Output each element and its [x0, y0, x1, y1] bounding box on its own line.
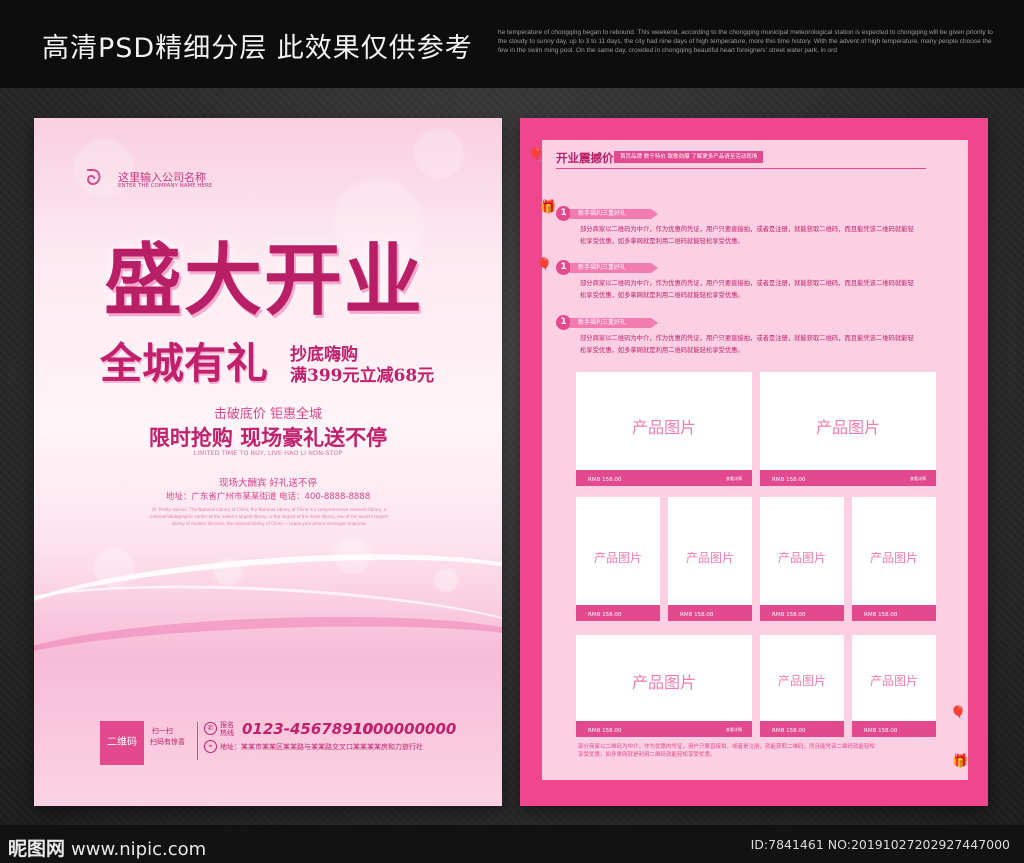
product-more: 查看详情	[910, 476, 926, 481]
product-price: RMB 158.00	[680, 612, 714, 618]
section-divider	[556, 168, 926, 169]
product-card[interactable]: 产品图片 RMB 158.00 查看详情	[576, 635, 752, 737]
site-name: 昵图网	[8, 838, 66, 860]
logo-wave-icon: ᘐ	[86, 166, 102, 191]
item-text: 部分商家以二维码为中介，作为优惠的凭证，用户只要直接拍，或者是注册，就能获取二维…	[580, 226, 914, 245]
product-price: RMB 158.00	[772, 728, 806, 734]
product-card[interactable]: 产品图片 RMB 158.00	[760, 635, 844, 737]
mobile-number: 1000000000	[352, 720, 457, 738]
footnote: 部分商家以二维码为中介，作为优惠的凭证，用户只要直接拍，或者是注册，就能获取二维…	[578, 744, 876, 758]
product-card[interactable]: 产品图片 RMB 158.00	[576, 497, 660, 621]
flyer-back: 开业震撼价 首页品牌 数千特价 致歌劲爆 了解更多产品请至活动现场 1 新手福利…	[520, 118, 988, 806]
item-label: 新手福利三重好礼	[570, 209, 658, 219]
section-title: 开业震撼价	[556, 151, 614, 165]
headline: 盛大开业	[104, 235, 425, 326]
address-detail: 地址：某某市某某区某某路与某某路交叉口某某某某房和力旅行社	[220, 743, 423, 751]
product-card[interactable]: 产品图片 RMB 158.00 查看详情	[760, 372, 936, 486]
item-label: 新手福利三重好礼	[570, 318, 658, 328]
item-text: 部分商家以二维码为中介，作为优惠的凭证，用户只要直接拍，或者是注册，就能获取二维…	[580, 280, 914, 299]
product-price: RMB 158.00	[588, 612, 622, 618]
section-tags: 首页品牌 数千特价 致歌劲爆 了解更多产品请至活动现场	[614, 151, 764, 163]
watermark-bar: 昵图网 www.nipic.com ID:7841461 NO:201910272…	[0, 825, 1024, 863]
event-line: 现场大酬宾 好礼送不停	[218, 478, 318, 489]
hotline-label: 报名热线	[220, 721, 234, 737]
product-card[interactable]: 产品图片 RMB 158.00	[852, 497, 936, 621]
product-image-placeholder: 产品图片	[631, 673, 696, 692]
qr-code[interactable]: 二维码	[100, 721, 144, 765]
company-name-en: ENTER THE COMPANY NAME HERE	[118, 183, 213, 189]
subheadline: 全城有礼	[100, 339, 269, 388]
product-price: RMB 158.00	[588, 477, 622, 483]
top-banner: 高清PSD精细分层 此效果仅供参考 he temperature of chon…	[0, 0, 1024, 88]
gift-balloon-icon: 🎈	[528, 148, 545, 163]
divider	[197, 722, 198, 760]
promo-line-2: 满399元立减68元	[290, 366, 435, 386]
product-card[interactable]: 产品图片 RMB 158.00 查看详情	[576, 372, 752, 486]
item-label: 新手福利三重好礼	[570, 263, 658, 273]
item-number: 1	[556, 260, 571, 275]
item-number: 1	[556, 315, 571, 330]
site-watermark: 昵图网 www.nipic.com	[8, 834, 206, 861]
location-icon: ⌖	[204, 740, 217, 753]
scan-surprise-label: 扫码有惊喜	[150, 738, 185, 746]
phone-icon: ✆	[204, 722, 217, 735]
image-id: ID:7841461 NO:20191027202927447000	[750, 837, 1010, 852]
product-price: RMB 158.00	[864, 728, 898, 734]
product-image-placeholder: 产品图片	[593, 551, 642, 565]
product-price: RMB 158.00	[772, 477, 806, 483]
product-price: RMB 158.00	[588, 728, 622, 734]
product-image-placeholder: 产品图片	[777, 674, 826, 688]
scan-label: 扫一扫	[152, 727, 173, 735]
banner-description: he temperature of chongqing began to reb…	[498, 29, 993, 54]
product-more: 查看详情	[726, 727, 742, 732]
product-image-placeholder: 产品图片	[631, 418, 696, 437]
gift-box-icon: 🎁	[952, 754, 969, 769]
tagline: 击破底价 钜惠全城	[213, 407, 323, 422]
product-more: 查看详情	[726, 476, 742, 481]
slogan: 限时抢购 现场豪礼送不停	[148, 425, 388, 450]
product-card[interactable]: 产品图片 RMB 158.00	[852, 635, 936, 737]
product-image-placeholder: 产品图片	[869, 551, 918, 565]
product-image-placeholder: 产品图片	[685, 551, 734, 565]
product-price: RMB 158.00	[772, 612, 806, 618]
banner-title: 高清PSD精细分层 此效果仅供参考	[42, 33, 473, 64]
item-number: 1	[556, 206, 571, 221]
product-image-placeholder: 产品图片	[815, 418, 880, 437]
flyer-front: ᘐ 这里输入公司名称 ENTER THE COMPANY NAME HERE 盛…	[34, 118, 502, 806]
address-line: 地址：广东省广州市某某街道 电话：400-8888-8888	[165, 492, 371, 502]
item-text: 部分商家以二维码为中介，作为优惠的凭证，用户只要直接拍，或者是注册，就能获取二维…	[580, 335, 914, 354]
product-card[interactable]: 产品图片 RMB 158.00	[668, 497, 752, 621]
gift-balloon-icon: 🎈	[950, 706, 967, 721]
product-image-placeholder: 产品图片	[777, 551, 826, 565]
site-url[interactable]: www.nipic.com	[71, 839, 206, 860]
gift-box-icon: 🎁	[540, 200, 557, 215]
fine-print: Or 'Pretty daisies', The National Librar…	[149, 507, 389, 526]
bokeh-light	[414, 128, 464, 178]
gift-balloon-icon: 🎈	[536, 258, 553, 273]
product-card[interactable]: 产品图片 RMB 158.00	[760, 497, 844, 621]
product-image-placeholder: 产品图片	[869, 674, 918, 688]
product-price: RMB 158.00	[864, 612, 898, 618]
slogan-en: LIMITED TIME TO BUY, LIVE HAO LI NON-STO…	[193, 449, 343, 457]
